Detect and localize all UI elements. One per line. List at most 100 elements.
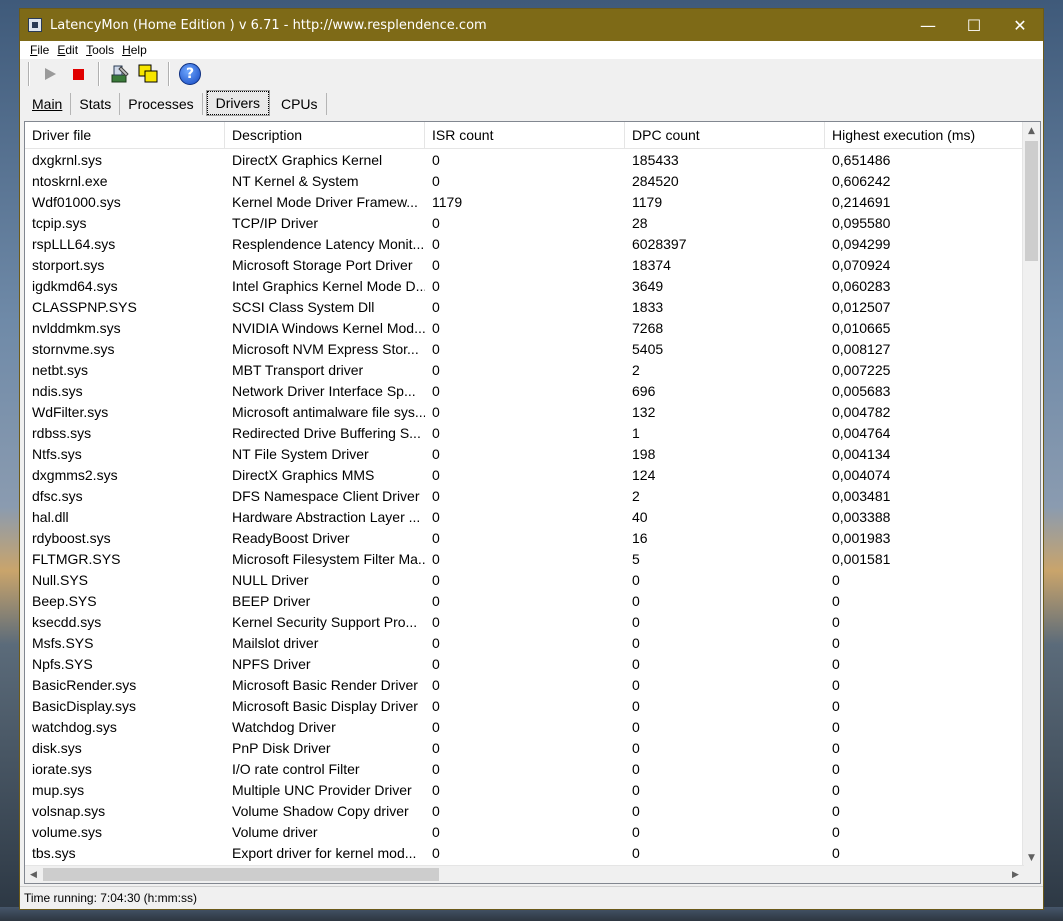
play-icon	[44, 68, 56, 80]
window-button[interactable]	[136, 62, 160, 86]
table-row[interactable]: Wdf01000.sys Kernel Mode Driver Framew...…	[25, 191, 1040, 212]
description-cell: Kernel Mode Driver Framew...	[232, 193, 418, 210]
table-row[interactable]: dxgkrnl.sys DirectX Graphics Kernel 0 18543…	[25, 149, 1040, 170]
start-button[interactable]	[38, 62, 62, 86]
menu-tools[interactable]: Tools	[82, 43, 118, 57]
table-row[interactable]: Beep.SYS BEEP Driver 0 0 0	[25, 590, 1040, 611]
scroll-down-arrow[interactable]: ▼	[1023, 849, 1040, 866]
table-row[interactable]: Ntfs.sys NT File System Driver 0 198 0,00413…	[25, 443, 1040, 464]
table-row[interactable]: Null.SYS NULL Driver 0 0 0	[25, 569, 1040, 590]
driver-file-cell: WdFilter.sys	[32, 403, 109, 420]
dpc-count-cell: 0	[632, 760, 640, 777]
description-cell: DirectX Graphics MMS	[232, 466, 375, 483]
column-header-driver-file[interactable]: Driver file	[25, 122, 225, 148]
column-header-dpc-count[interactable]: DPC count	[625, 122, 825, 148]
table-row[interactable]: Msfs.SYS Mailslot driver 0 0 0	[25, 632, 1040, 653]
table-row[interactable]: ndis.sys Network Driver Interface Sp... 0 6…	[25, 380, 1040, 401]
table-row[interactable]: WdFilter.sys Microsoft antimalware file s…	[25, 401, 1040, 422]
table-row[interactable]: stornvme.sys Microsoft NVM Express Stor..…	[25, 338, 1040, 359]
dpc-count-cell: 0	[632, 571, 640, 588]
description-cell: NT File System Driver	[232, 445, 369, 462]
dpc-count-cell: 40	[632, 508, 648, 525]
table-row[interactable]: dxgmms2.sys DirectX Graphics MMS 0 124 0,004…	[25, 464, 1040, 485]
table-row[interactable]: FLTMGR.SYS Microsoft Filesystem Filter Ma…	[25, 548, 1040, 569]
menu-edit[interactable]: Edit	[53, 43, 82, 57]
isr-count-cell: 0	[432, 424, 440, 441]
maximize-button[interactable]: ☐	[951, 9, 997, 41]
table-row[interactable]: dfsc.sys DFS Namespace Client Driver 0 2 0,0…	[25, 485, 1040, 506]
tab-cpus[interactable]: CPUs	[273, 93, 327, 115]
table-row[interactable]: hal.dll Hardware Abstraction Layer ... 0 40…	[25, 506, 1040, 527]
table-row[interactable]: rdyboost.sys ReadyBoost Driver 0 16 0,001983	[25, 527, 1040, 548]
driver-file-cell: Ntfs.sys	[32, 445, 82, 462]
table-row[interactable]: volsnap.sys Volume Shadow Copy driver 0 0 0	[25, 800, 1040, 821]
highest-execution-cell: 0,003481	[832, 487, 891, 504]
table-row[interactable]: CLASSPNP.SYS SCSI Class System Dll 0 1833 0,…	[25, 296, 1040, 317]
tab-main[interactable]: Main	[24, 93, 72, 115]
highest-execution-cell: 0	[832, 760, 840, 777]
column-header-description[interactable]: Description	[225, 122, 425, 148]
menu-help[interactable]: Help	[118, 43, 151, 57]
isr-count-cell: 0	[432, 466, 440, 483]
table-row[interactable]: tbs.sys Export driver for kernel mod... 0 0…	[25, 842, 1040, 863]
tab-bar: Main Stats Processes Drivers CPUs	[20, 89, 1043, 116]
app-icon[interactable]	[28, 18, 42, 32]
isr-count-cell: 0	[432, 718, 440, 735]
scroll-up-arrow[interactable]: ▲	[1023, 122, 1040, 139]
table-row[interactable]: mup.sys Multiple UNC Provider Driver 0 0 0	[25, 779, 1040, 800]
dpc-count-cell: 0	[632, 592, 640, 609]
isr-count-cell: 0	[432, 529, 440, 546]
column-header-isr-count[interactable]: ISR count	[425, 122, 625, 148]
title-bar[interactable]: LatencyMon (Home Edition ) v 6.71 - http…	[20, 9, 1043, 41]
tab-drivers[interactable]: Drivers	[205, 90, 270, 116]
isr-count-cell: 0	[432, 340, 440, 357]
table-row[interactable]: volume.sys Volume driver 0 0 0	[25, 821, 1040, 842]
table-row[interactable]: BasicDisplay.sys Microsoft Basic Display …	[25, 695, 1040, 716]
isr-count-cell: 1179	[432, 193, 463, 210]
table-row[interactable]: ntoskrnl.exe NT Kernel & System 0 284520 0,6…	[25, 170, 1040, 191]
minimize-button[interactable]: —	[905, 9, 951, 41]
vertical-scrollbar[interactable]: ▲ ▼	[1022, 122, 1040, 866]
table-row[interactable]: iorate.sys I/O rate control Filter 0 0 0	[25, 758, 1040, 779]
table-row[interactable]: tcpip.sys TCP/IP Driver 0 28 0,095580	[25, 212, 1040, 233]
horizontal-scrollbar[interactable]: ◀ ▶	[25, 865, 1024, 883]
help-button[interactable]: ?	[178, 62, 202, 86]
scroll-right-arrow[interactable]: ▶	[1007, 866, 1024, 883]
close-button[interactable]: ✕	[997, 9, 1043, 41]
table-row[interactable]: rspLLL64.sys Resplendence Latency Monit..…	[25, 233, 1040, 254]
tab-stats[interactable]: Stats	[71, 93, 121, 115]
dpc-count-cell: 5	[632, 550, 640, 567]
table-row[interactable]: storport.sys Microsoft Storage Port Drive…	[25, 254, 1040, 275]
table-row[interactable]: netbt.sys MBT Transport driver 0 2 0,007225	[25, 359, 1040, 380]
dpc-count-cell: 7268	[632, 319, 664, 336]
drivers-list-panel: Driver file Description ISR count DPC co…	[24, 121, 1041, 884]
dpc-count-cell: 696	[632, 382, 656, 399]
isr-count-cell: 0	[432, 655, 440, 672]
driver-config-icon	[111, 65, 129, 83]
scroll-left-arrow[interactable]: ◀	[25, 866, 42, 883]
column-header-highest-execution[interactable]: Highest execution (ms)	[825, 122, 1023, 148]
table-row[interactable]: disk.sys PnP Disk Driver 0 0 0	[25, 737, 1040, 758]
table-row[interactable]: rdbss.sys Redirected Drive Buffering S...…	[25, 422, 1040, 443]
driver-config-button[interactable]	[108, 62, 132, 86]
table-row[interactable]: ksecdd.sys Kernel Security Support Pro...…	[25, 611, 1040, 632]
table-row[interactable]: igdkmd64.sys Intel Graphics Kernel Mode D…	[25, 275, 1040, 296]
highest-execution-cell: 0	[832, 634, 840, 651]
menu-file[interactable]: File	[26, 43, 53, 57]
description-cell: PnP Disk Driver	[232, 739, 331, 756]
table-row[interactable]: Npfs.SYS NPFS Driver 0 0 0	[25, 653, 1040, 674]
vertical-scroll-thumb[interactable]	[1025, 141, 1038, 261]
table-row[interactable]: nvlddmkm.sys NVIDIA Windows Kernel Mod...…	[25, 317, 1040, 338]
table-row[interactable]: BasicRender.sys Microsoft Basic Render Dr…	[25, 674, 1040, 695]
desktop-background-right	[1041, 0, 1063, 921]
table-row[interactable]: watchdog.sys Watchdog Driver 0 0 0	[25, 716, 1040, 737]
stop-button[interactable]	[66, 62, 90, 86]
driver-file-cell: ksecdd.sys	[32, 613, 102, 630]
highest-execution-cell: 0	[832, 739, 840, 756]
horizontal-scroll-thumb[interactable]	[43, 868, 439, 881]
driver-file-cell: ntoskrnl.exe	[32, 172, 108, 189]
driver-file-cell: tbs.sys	[32, 844, 76, 861]
tab-processes[interactable]: Processes	[120, 93, 203, 115]
highest-execution-cell: 0	[832, 592, 840, 609]
description-cell: I/O rate control Filter	[232, 760, 360, 777]
